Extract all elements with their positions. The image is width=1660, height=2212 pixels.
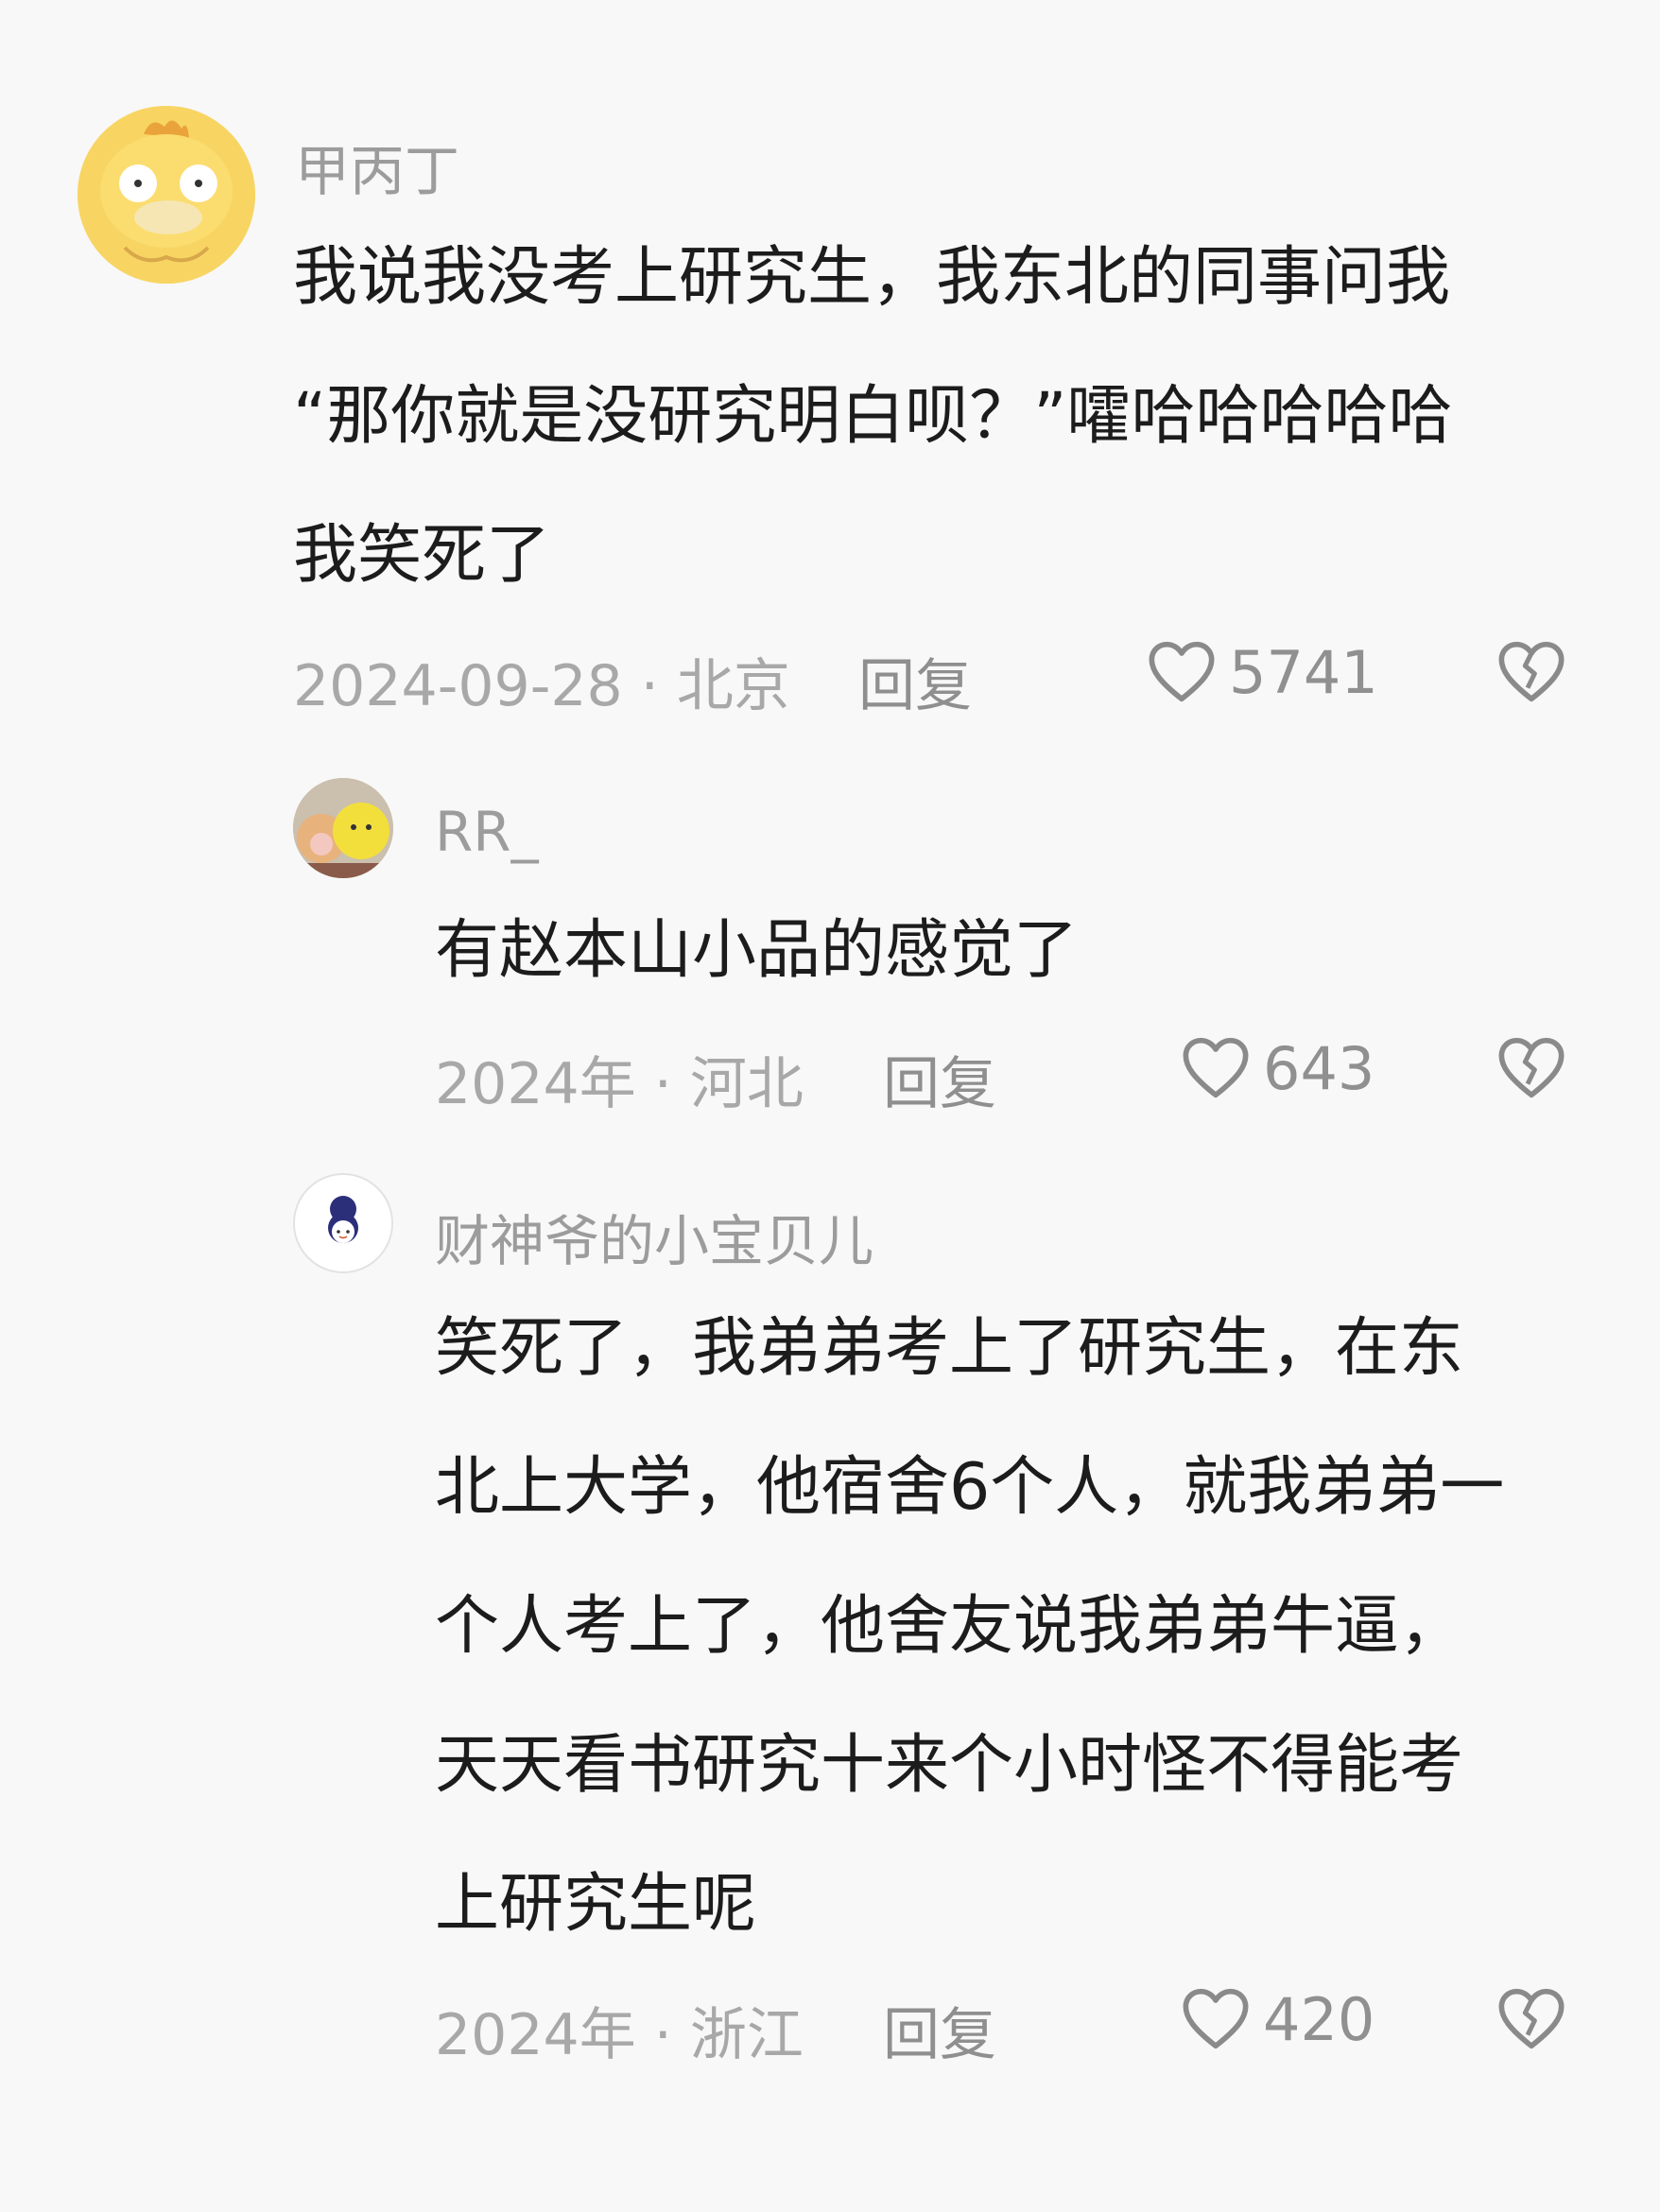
reply-button[interactable]: 回复 [858,640,972,722]
cartoon-girl-avatar-icon [295,1175,391,1271]
avatar[interactable] [78,106,255,284]
like-button[interactable]: 420 [1178,1981,1375,2057]
heart-outline-icon [1183,1037,1249,1098]
comment-line: 个人考上了，他舍友说我弟弟牛逼， [435,1589,1464,1664]
comment-line: “那你就是没研究明白呗？”嚯哈哈哈哈哈 [293,379,1453,454]
dislike-button[interactable] [1494,1981,1569,2057]
comment-text: 笑死了，我弟弟考上了研究生，在东 北上大学，他宿舍6个人，就我弟弟一 个人考上了… [435,1279,1504,1974]
reply-button[interactable]: 回复 [883,1989,996,2071]
username[interactable]: RR_ [435,800,539,864]
comment-text: 我说我没考上研究生，我东北的同事问我 “那你就是没研究明白呗？”嚯哈哈哈哈哈 我… [293,208,1452,625]
comment-line: 有赵本山小品的感觉了 [435,913,1079,988]
dislike-button[interactable] [1494,634,1569,710]
like-button[interactable]: 5741 [1144,634,1378,710]
comment-line: 笑死了，我弟弟考上了研究生，在东 [435,1311,1464,1386]
username[interactable]: 财神爷的小宝贝儿 [435,1197,873,1276]
psyduck-avatar-icon [78,106,255,284]
heart-outline-icon [1149,641,1215,702]
like-count: 420 [1263,1984,1375,2054]
username[interactable]: 甲丙丁 [295,127,459,206]
comment-meta: 2024-09-28 · 北京 [293,653,790,719]
comment-line: 上研究生呢 [435,1867,757,1942]
like-count: 643 [1263,1033,1375,1103]
broken-heart-icon [1498,1988,1565,2049]
comment-line: 天天看书研究十来个小时怪不得能考 [435,1728,1464,1803]
comment-line: 北上大学，他宿舍6个人，就我弟弟一 [435,1450,1505,1525]
reply-button[interactable]: 回复 [883,1038,996,1120]
heart-outline-icon [1183,1988,1249,2049]
avatar[interactable] [293,1173,393,1273]
comment-meta: 2024年 · 河北 [435,1051,804,1117]
dislike-button[interactable] [1494,1030,1569,1106]
comment-line: 我说我没考上研究生，我东北的同事问我 [293,240,1451,315]
comment-line: 我笑死了 [293,518,551,593]
broken-heart-icon [1498,1037,1565,1098]
like-count: 5741 [1229,637,1378,707]
like-button[interactable]: 643 [1178,1030,1375,1106]
broken-heart-icon [1498,641,1565,702]
comment-meta: 2024年 · 浙江 [435,2002,804,2068]
comment-text: 有赵本山小品的感觉了 [435,881,1078,1020]
avatar[interactable] [293,778,393,878]
plush-toys-avatar-icon [293,778,393,878]
